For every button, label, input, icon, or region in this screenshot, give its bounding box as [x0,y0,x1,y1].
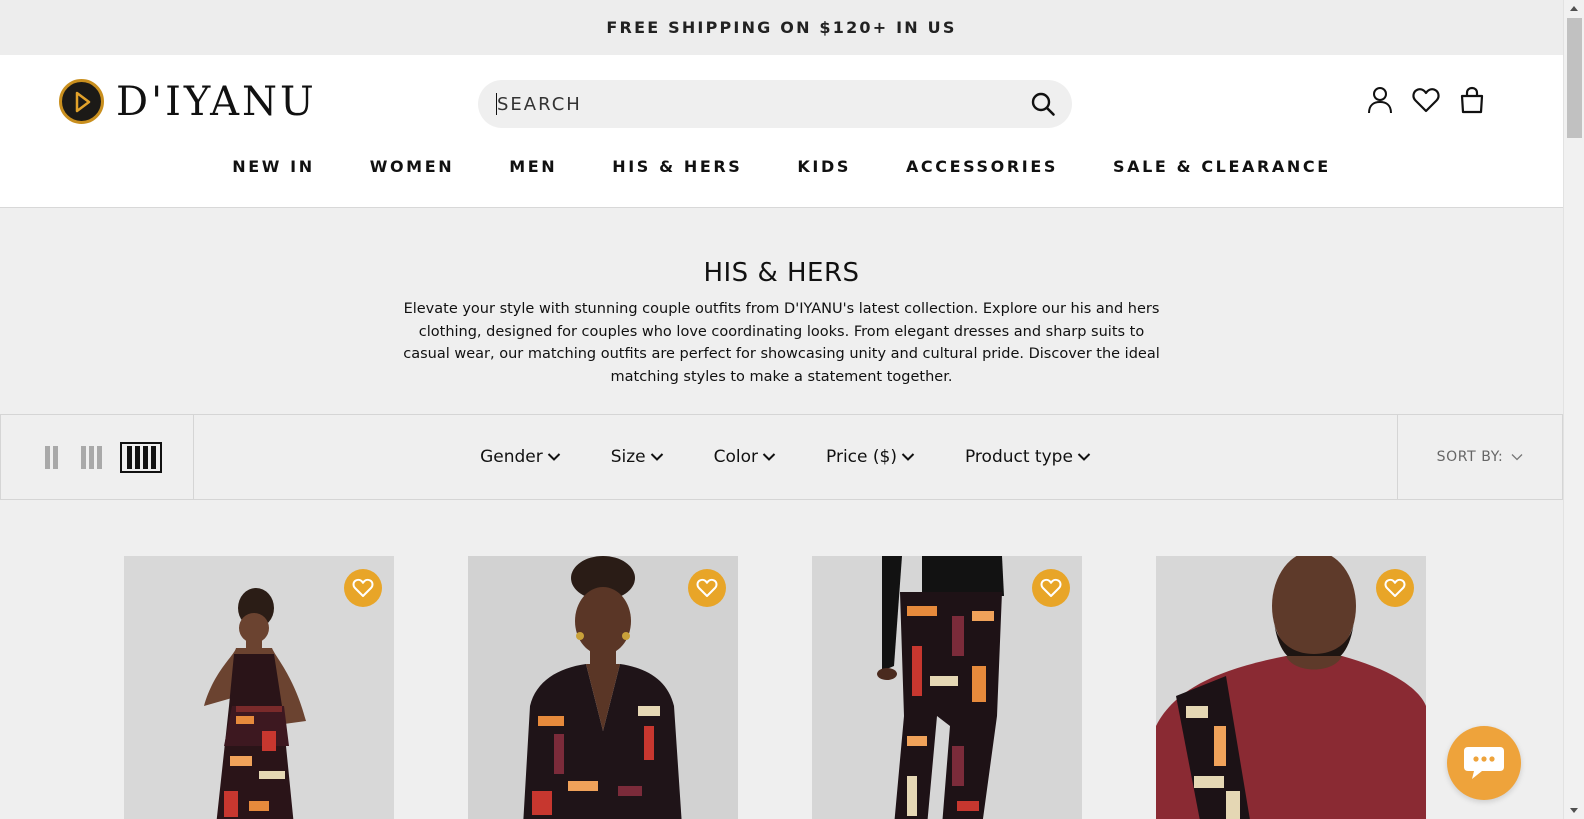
nav-item-women[interactable]: WOMEN [370,157,455,176]
chevron-down-icon [650,453,663,461]
chat-bubble-icon [1464,747,1504,779]
wishlist-heart-icon[interactable] [688,569,726,607]
chevron-down-icon [762,453,776,461]
layout-4-column-button[interactable] [120,441,162,473]
wishlist-heart-icon[interactable] [1032,569,1070,607]
wishlist-heart-icon[interactable] [1376,569,1414,607]
filter-color[interactable]: Color [714,447,776,467]
header-icons [1366,85,1486,115]
scrollbar-thumb[interactable] [1567,18,1582,138]
product-card[interactable] [124,556,394,819]
search-icon[interactable] [1028,89,1058,119]
wishlist-icon[interactable] [1412,85,1440,115]
product-card[interactable] [1156,556,1426,819]
filter-label: Gender [480,447,543,467]
announcement-text: FREE SHIPPING ON $120+ IN US [606,18,957,37]
chat-button[interactable] [1447,726,1521,800]
nav-item-accessories[interactable]: ACCESSORIES [906,157,1058,176]
nav-item-sale-clearance[interactable]: SALE & CLEARANCE [1113,157,1331,176]
filter-label: Color [713,447,759,467]
announcement-bar: FREE SHIPPING ON $120+ IN US [0,0,1563,55]
chevron-down-icon [1077,453,1091,461]
nav-item-new-in[interactable]: NEW IN [232,157,314,176]
search-input[interactable] [497,93,1028,115]
product-card[interactable] [812,556,1082,819]
wishlist-heart-icon[interactable] [344,569,382,607]
site-header: D'IYANU NEW IN WOMEN MEN HIS & HERS [0,55,1563,208]
product-card[interactable] [468,556,738,819]
filter-label: Product type [964,447,1073,467]
chevron-down-icon [1511,454,1523,461]
filter-list: Gender Size Color Price ($) Product type [194,415,1397,499]
product-grid [124,556,1426,819]
scroll-down-arrow-icon[interactable] [1570,808,1578,813]
collection-description: Elevate your style with stunning couple … [403,301,1160,385]
chevron-down-icon [901,453,915,461]
filter-size[interactable]: Size [611,447,664,467]
collection-intro: HIS & HERS Elevate your style with stunn… [0,208,1563,414]
logo[interactable]: D'IYANU [59,79,317,124]
scroll-up-arrow-icon[interactable] [1570,6,1578,11]
page-scrollbar[interactable] [1563,0,1584,819]
layout-switcher [0,415,194,499]
chevron-down-icon [547,453,560,461]
collection-title: HIS & HERS [703,258,860,288]
nav-item-men[interactable]: MEN [509,157,557,176]
logo-text: D'IYANU [116,78,317,125]
sort-dropdown[interactable]: SORT BY: [1397,415,1563,499]
account-icon[interactable] [1366,85,1394,115]
nav-item-kids[interactable]: KIDS [797,157,851,176]
filter-label: Size [610,447,646,467]
sort-label: SORT BY: [1436,449,1504,465]
layout-2-column-button[interactable] [40,442,62,473]
filter-label: Price ($) [826,447,897,467]
filter-gender[interactable]: Gender [480,447,561,467]
filter-bar: Gender Size Color Price ($) Product type… [0,414,1563,500]
search-bar [478,80,1072,128]
logo-mark-icon [59,79,104,124]
cart-icon[interactable] [1458,85,1486,115]
main-nav: NEW IN WOMEN MEN HIS & HERS KIDS ACCESSO… [0,157,1563,176]
nav-item-his-hers[interactable]: HIS & HERS [612,157,742,176]
filter-product-type[interactable]: Product type [965,447,1091,467]
page: FREE SHIPPING ON $120+ IN US D'IYANU SEA… [0,0,1563,819]
filter-price[interactable]: Price ($) [826,447,915,467]
layout-3-column-button[interactable] [76,442,106,473]
